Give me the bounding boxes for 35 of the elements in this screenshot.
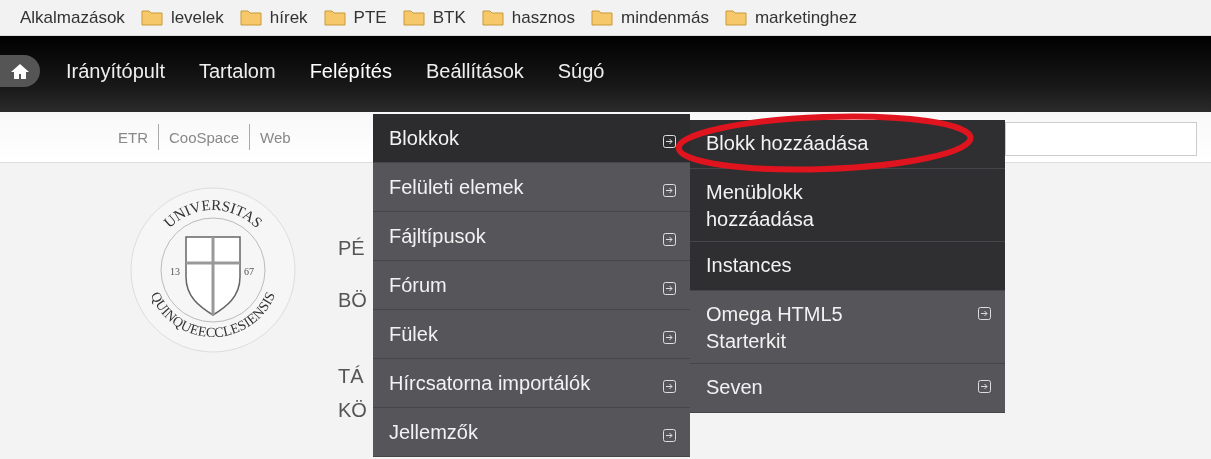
bookmark-link[interactable]: Alkalmazások <box>20 7 125 28</box>
folder-icon <box>323 9 346 26</box>
bookmark-link[interactable]: hasznos <box>511 7 576 28</box>
bookmark-link[interactable]: marketinghez <box>754 7 857 28</box>
nav-link[interactable]: CooSpace <box>159 128 250 146</box>
bookmark-link[interactable]: hírek <box>269 7 308 28</box>
folder-icon <box>724 9 747 26</box>
menu-item[interactable]: Menüblokk hozzáadása <box>690 169 1005 242</box>
home-icon <box>10 62 30 80</box>
toolbar-menu-item[interactable]: Felépítés <box>309 59 408 83</box>
menu-item[interactable]: Omega HTML5 Starterkit <box>690 291 1005 364</box>
folder-icon <box>402 9 425 26</box>
bookmark-link[interactable]: PTE <box>353 7 387 28</box>
toolbar-menu-item[interactable]: Tartalom <box>198 59 292 83</box>
toolbar-menu-item[interactable]: Súgó <box>557 59 621 83</box>
folder-icon <box>239 9 262 26</box>
bookmark-link[interactable]: mindenmás <box>621 7 709 28</box>
folder-icon <box>591 9 614 26</box>
folder-icon <box>140 9 163 26</box>
heading-text: PÉ <box>338 237 365 260</box>
nav-link[interactable]: Web <box>250 128 301 146</box>
folder-icon <box>481 9 504 26</box>
menu-item[interactable]: Jellemzők <box>373 408 690 457</box>
heading-text: TÁ <box>338 365 364 388</box>
home-button[interactable] <box>0 55 40 87</box>
menu-item[interactable]: Blokkok <box>373 114 690 163</box>
bookmark-link[interactable]: BTK <box>432 7 466 28</box>
bookmark-link[interactable]: levelek <box>170 7 224 28</box>
heading-text: BÖ <box>338 289 367 312</box>
menu-item[interactable]: Instances <box>690 242 1005 291</box>
search-field[interactable] <box>1005 122 1197 156</box>
toolbar-menu-item[interactable]: Beállítások <box>425 59 540 83</box>
menu-item[interactable]: Seven <box>690 364 1005 413</box>
heading-text: KÖ <box>338 399 367 422</box>
toolbar-menu-item[interactable]: Irányítópult <box>66 59 181 83</box>
